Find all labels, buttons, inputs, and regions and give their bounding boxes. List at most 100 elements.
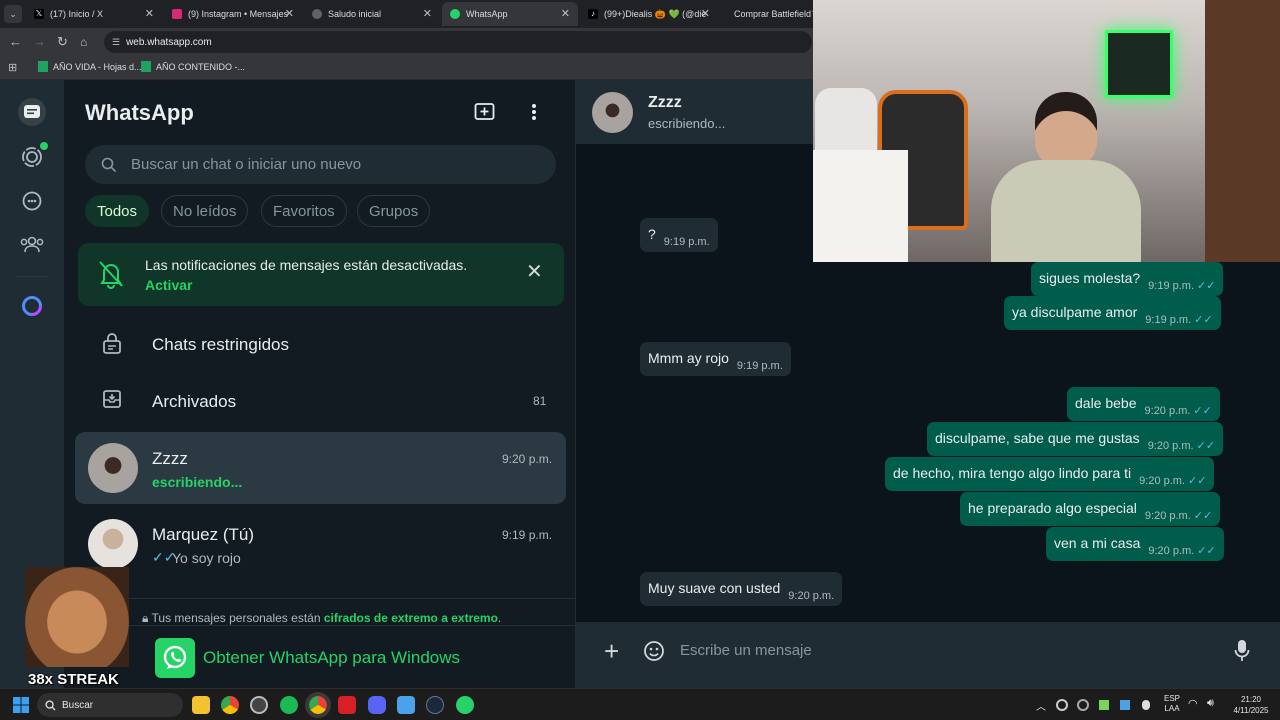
red-app-icon[interactable] [338,696,356,714]
search-icon [101,157,117,172]
reload-icon[interactable]: ↻ [57,35,68,49]
filter-groups[interactable]: Grupos [357,195,431,227]
url-text: web.whatsapp.com [126,36,212,48]
taskbar-search[interactable]: Buscar [37,693,183,717]
chat-name: Zzzz [152,449,188,468]
notifications-off-icon [99,261,123,289]
close-banner-icon[interactable]: ✕ [526,259,543,284]
tab-search-button[interactable]: ⌄ [4,5,22,23]
message-outgoing[interactable]: he preparado algo especial 9:20 p.m. ✓✓ [960,492,1221,526]
chrome-icon[interactable] [221,696,239,714]
read-ticks-icon: ✓✓ [1193,405,1212,417]
search-box[interactable]: Buscar un chat o iniciar uno nuevo [85,145,556,184]
app-icon[interactable] [250,696,268,714]
encryption-note: 🔒︎ Tus mensajes personales están cifrado… [142,611,502,625]
forward-icon[interactable]: → [33,35,46,49]
encryption-link[interactable]: cifrados de extremo a extremo [324,611,498,625]
tray-icon[interactable] [1142,700,1150,710]
sheets-icon [141,61,151,72]
file-explorer-icon[interactable] [192,696,210,714]
chat-row-selected[interactable]: Zzzz 9:20 p.m. escribiendo... [75,432,566,504]
restricted-chats-row[interactable]: Chats restringidos [78,320,564,368]
contact-avatar[interactable] [592,92,633,133]
wifi-icon[interactable]: ◠ [1188,697,1198,710]
close-tab-icon[interactable]: ✕ [701,7,710,20]
message-incoming[interactable]: Mmm ay rojo 9:19 p.m. [640,342,791,376]
close-tab-icon[interactable]: ✕ [561,7,570,20]
status-unread-dot [40,142,48,150]
microphone-icon[interactable] [1234,639,1250,663]
message-outgoing[interactable]: ven a mi casa 9:20 p.m. ✓✓ [1046,527,1224,561]
notifications-banner: Las notificaciones de mensajes están des… [78,243,564,306]
filter-favorites[interactable]: Favoritos [261,195,347,227]
steam-icon[interactable] [426,696,444,714]
status-icon[interactable] [18,142,48,171]
filter-unread[interactable]: No leídos [161,195,249,227]
tray-icon[interactable] [1099,700,1109,710]
get-app-label: Obtener WhatsApp para Windows [203,648,461,667]
attach-plus-icon[interactable]: + [604,636,619,666]
discord-icon[interactable] [368,696,386,714]
filter-todos[interactable]: Todos [85,195,150,227]
browser-tab[interactable]: ♪ (99+)Diealis 🎃 💚 (@die ✕ [580,2,718,26]
clock[interactable]: 21:20 4/11/2025 [1227,694,1275,716]
message-outgoing[interactable]: ya disculpame amor 9:19 p.m. ✓✓ [1004,296,1221,330]
volume-icon[interactable]: 🔊︎ [1207,697,1214,710]
message-incoming[interactable]: Muy suave con usted 9:20 p.m. [640,572,843,606]
notepad-icon[interactable] [397,696,415,714]
get-app-banner[interactable]: Obtener WhatsApp para Windows [155,638,460,678]
menu-icon[interactable] [531,102,537,122]
meta-ai-icon[interactable] [18,292,46,320]
archived-row[interactable]: Archivados 81 [78,376,564,424]
bottom-divider [64,625,576,626]
list-divider [64,598,576,599]
sticker-emoji-icon[interactable] [643,640,665,662]
close-tab-icon[interactable]: ✕ [423,7,432,20]
read-ticks-icon: ✓✓ [1193,510,1213,522]
new-chat-icon[interactable] [474,102,496,122]
site-info-icon[interactable]: ☰ [112,37,120,48]
message-outgoing[interactable]: de hecho, mira tengo algo lindo para ti 9… [885,457,1215,491]
tray-icon[interactable] [1120,700,1130,710]
communities-icon[interactable] [18,230,46,258]
read-ticks-icon: ✓✓ [1197,280,1216,292]
spotify-icon[interactable] [280,696,298,714]
browser-tab-active[interactable]: WhatsApp ✕ [442,2,578,26]
back-icon[interactable]: ← [9,35,22,49]
tray-icon[interactable] [1056,699,1068,711]
message-incoming[interactable]: ? 9:19 p.m. [640,218,718,252]
bookmark-item[interactable]: AÑO VIDA - Hojas d... [38,61,142,72]
chrome-active-icon[interactable] [305,692,331,718]
browser-tab[interactable]: (9) Instagram • Mensajes ✕ [164,2,302,26]
enable-notifications-link[interactable]: Activar [145,277,192,293]
address-bar[interactable]: ☰ web.whatsapp.com [104,31,812,53]
search-icon [45,699,56,711]
apps-grid-icon[interactable]: ⊞ [8,61,17,74]
windows-start-icon[interactable] [13,697,29,713]
tray-chevron-icon[interactable]: ︿ [1036,698,1046,713]
channels-icon[interactable] [18,187,46,215]
message-outgoing[interactable]: sigues molesta? 9:19 p.m. ✓✓ [1031,262,1224,296]
close-tab-icon[interactable]: ✕ [285,7,294,20]
bookmark-item[interactable]: AÑO CONTENIDO -... [141,61,245,72]
tray-icon[interactable] [1077,699,1089,711]
instagram-icon [172,9,182,19]
home-icon[interactable]: ⌂ [80,35,87,49]
contact-status: escribiendo... [648,116,726,131]
browser-tab[interactable]: 𝕏 (17) Inicio / X ✕ [26,2,162,26]
streamer-torso [991,160,1141,262]
message-input[interactable]: Escribe un mensaje [680,642,812,659]
message-outgoing[interactable]: dale bebe 9:20 p.m. ✓✓ [1067,387,1220,421]
language-indicator[interactable]: ESP LAA [1164,694,1180,714]
message-outgoing[interactable]: disculpame, sabe que me gustas 9:20 p.m. ✓… [927,422,1223,456]
windows-taskbar: Buscar ︿ ESP LAA ◠ 🔊︎ 21:20 4/11/2025 [0,688,1280,720]
right-door [1205,0,1280,262]
chat-row[interactable]: Marquez (Tú) 9:19 p.m. ✓✓ Yo soy rojo [75,508,566,580]
whatsapp-taskbar-icon[interactable] [456,696,474,714]
chats-icon[interactable] [18,98,46,126]
close-tab-icon[interactable]: ✕ [145,7,154,20]
search-input[interactable]: Buscar un chat o iniciar uno nuevo [131,156,361,173]
browser-tab[interactable]: Saludo inicial ✕ [304,2,440,26]
streak-label: 38x STREAK [28,671,119,688]
browser-tab[interactable]: Comprar Battlefield™ [720,2,814,26]
